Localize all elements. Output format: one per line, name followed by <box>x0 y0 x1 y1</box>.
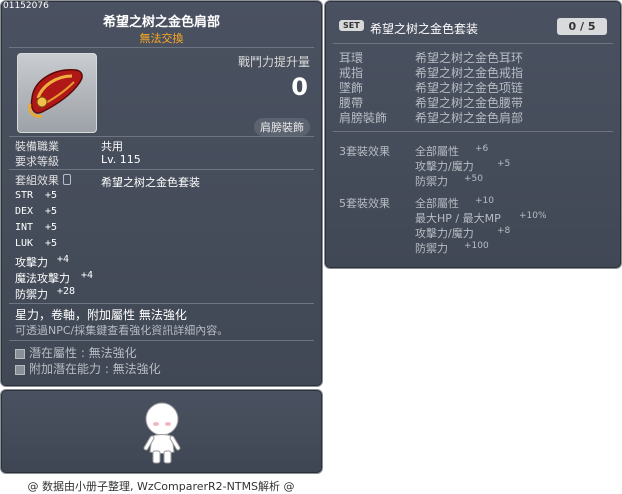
set-effect-value: +6 <box>475 144 489 154</box>
set-effect-name: 防禦力 <box>415 175 448 188</box>
divider <box>9 169 314 170</box>
stat-value: +4 <box>81 270 94 281</box>
set-effect-value: +50 <box>464 174 483 184</box>
stat-name: 防禦力 <box>15 288 48 301</box>
set-effect-3-label: 3套裝效果 <box>339 145 390 158</box>
character-preview-panel <box>0 389 323 474</box>
stat-name: STR <box>15 190 34 201</box>
set-count: 0 / 5 <box>557 18 607 35</box>
level-label: 要求等級 <box>15 155 59 168</box>
item-icon-frame <box>17 53 97 133</box>
stat-name: 魔法攻擊力 <box>15 272 70 285</box>
set-tooltip-panel: SET 希望之树之金色套装 0 / 5 耳環 希望之树之金色耳环 戒指 希望之树之金色… <box>324 0 622 269</box>
divider <box>9 136 314 137</box>
set-part-name: 希望之树之金色肩部 <box>415 111 524 125</box>
potential-icon <box>15 348 25 359</box>
set-part-slot: 肩膀裝飾 <box>339 111 388 125</box>
enhance-note: 星力，卷軸，附加屬性 無法強化 <box>15 308 187 322</box>
stat-value: +5 <box>45 238 58 249</box>
item-id: 01152076 <box>3 1 49 11</box>
potential-row: 潛在屬性 : 無法強化 <box>15 344 137 361</box>
set-effect-value: +100 <box>464 241 489 251</box>
stat-value: +5 <box>45 222 58 233</box>
divider <box>9 340 314 341</box>
set-effect-label: 套組效果 <box>15 172 71 188</box>
set-effect-name: 全部屬性 <box>415 197 459 210</box>
set-effect-value: +8 <box>497 226 511 236</box>
divider <box>333 131 613 132</box>
set-effect-name: 防禦力 <box>415 242 448 255</box>
set-effect-value: +10% <box>519 211 547 221</box>
divider <box>9 303 314 304</box>
stat-name: 攻擊力 <box>15 256 48 269</box>
stat-name: DEX <box>15 206 34 217</box>
divider <box>333 43 613 44</box>
set-effect-name: 攻擊力/魔力 <box>415 227 474 240</box>
set-effect-name: 全部屬性 <box>415 145 459 158</box>
stat-name: LUK <box>15 238 34 249</box>
set-effect-5-label: 5套裝效果 <box>339 197 390 210</box>
job-label: 裝備職業 <box>15 140 59 153</box>
enhance-info-note: 可透過NPC/採集鍵查看強化資訊詳細內容。 <box>15 324 229 337</box>
stat-name: INT <box>15 222 34 233</box>
item-name: 希望之树之金色肩部 <box>102 15 220 30</box>
set-badge: SET <box>339 20 364 31</box>
set-effect-value: +10 <box>475 196 494 206</box>
job-value: 共用 <box>101 140 123 153</box>
item-tooltip-panel: 01152076 希望之树之金色肩部 無法交換 戰鬥力提升量 0 肩膀裝飾 裝備… <box>0 0 323 387</box>
set-effect-name: 最大HP / 最大MP <box>415 212 501 225</box>
bonus-potential-row: 附加潛在能力 : 無法強化 <box>15 360 161 377</box>
character-avatar <box>143 402 181 464</box>
power-increase-value: 0 <box>291 73 308 101</box>
set-name: 希望之树之金色套装 <box>101 176 200 189</box>
stat-value: +4 <box>57 254 70 265</box>
footer-credit: @ 数据由小册子整理, WzComparerR2-NTMS解析 @ <box>27 480 295 493</box>
divider <box>9 47 314 48</box>
power-increase-label: 戰鬥力提升量 <box>237 55 310 69</box>
stat-value: +5 <box>45 206 58 217</box>
lock-icon <box>63 174 71 185</box>
shoulder-armor-icon <box>28 69 83 118</box>
set-effect-name: 攻擊力/魔力 <box>415 160 474 173</box>
set-effect-value: +5 <box>497 159 511 169</box>
set-title: 希望之树之金色套装 <box>370 22 479 36</box>
category-badge: 肩膀裝飾 <box>254 118 310 136</box>
trade-status: 無法交換 <box>139 32 184 45</box>
level-value: Lv. 115 <box>101 153 141 166</box>
stat-value: +28 <box>57 286 76 297</box>
bonus-potential-icon <box>15 364 25 375</box>
stat-value: +5 <box>45 190 58 201</box>
